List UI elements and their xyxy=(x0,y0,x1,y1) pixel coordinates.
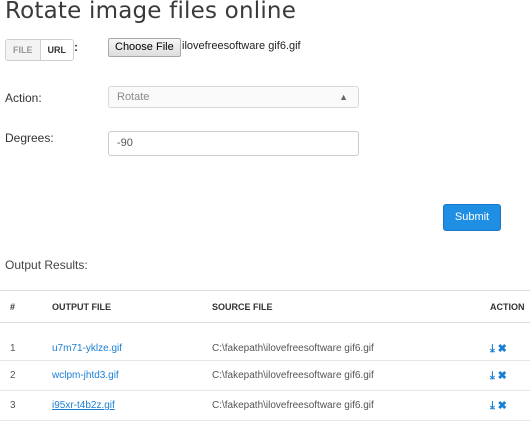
select-arrows-icon: ▲ xyxy=(339,92,348,102)
col-header-action: ACTION xyxy=(482,290,530,323)
choose-file-button[interactable]: Choose File xyxy=(108,38,181,57)
source-file-cell: C:\fakepath\ilovefreesoftware gif6.gif xyxy=(202,390,482,421)
row-number: 1 xyxy=(0,322,42,361)
action-cell: ⤓ ✖ xyxy=(482,390,530,421)
output-file-cell: i95xr-t4b2z.gif xyxy=(42,390,202,421)
delete-icon[interactable]: ✖ xyxy=(498,369,507,382)
output-results-label: Output Results: xyxy=(5,258,88,272)
download-icon[interactable]: ⤓ xyxy=(490,343,495,356)
output-file-link[interactable]: u7m71-yklze.gif xyxy=(52,343,122,354)
file-tab[interactable]: FILE xyxy=(6,40,41,60)
output-file-cell: wclpm-jhtd3.gif xyxy=(42,360,202,391)
col-header-output-file: OUTPUT FILE xyxy=(42,290,202,323)
table-header-row: # OUTPUT FILE SOURCE FILE ACTION xyxy=(0,290,530,323)
row-number: 3 xyxy=(0,390,42,421)
output-table: # OUTPUT FILE SOURCE FILE ACTION 1 u7m71… xyxy=(0,290,530,421)
table-row: 3 i95xr-t4b2z.gif C:\fakepath\ilovefrees… xyxy=(0,390,530,421)
col-header-source-file: SOURCE FILE xyxy=(202,290,482,323)
source-file-cell: C:\fakepath\ilovefreesoftware gif6.gif xyxy=(202,360,482,391)
table-row: 2 wclpm-jhtd3.gif C:\fakepath\ilovefrees… xyxy=(0,360,530,391)
output-file-cell: u7m71-yklze.gif xyxy=(42,322,202,361)
page-title: Rotate image files online xyxy=(5,0,297,24)
download-icon[interactable]: ⤓ xyxy=(490,400,495,413)
delete-icon[interactable]: ✖ xyxy=(498,399,507,412)
col-header-number: # xyxy=(0,290,42,323)
degrees-input[interactable]: -90 xyxy=(108,131,359,156)
download-icon[interactable]: ⤓ xyxy=(490,370,495,383)
action-cell: ⤓ ✖ xyxy=(482,360,530,391)
degrees-label: Degrees: xyxy=(5,131,54,145)
table-row: 1 u7m71-yklze.gif C:\fakepath\ilovefrees… xyxy=(0,322,530,361)
row-number: 2 xyxy=(0,360,42,391)
source-file-cell: C:\fakepath\ilovefreesoftware gif6.gif xyxy=(202,322,482,361)
submit-button[interactable]: Submit xyxy=(443,204,501,231)
delete-icon[interactable]: ✖ xyxy=(498,342,507,355)
action-select[interactable]: Rotate ▲ xyxy=(108,86,359,108)
output-file-link[interactable]: wclpm-jhtd3.gif xyxy=(52,370,119,381)
action-selected-value: Rotate xyxy=(117,91,150,103)
url-tab[interactable]: URL xyxy=(40,40,73,60)
toggle-colon: : xyxy=(74,40,78,54)
action-label: Action: xyxy=(5,91,42,105)
chosen-file-name: ilovefreesoftware gif6.gif xyxy=(182,40,301,52)
output-file-link[interactable]: i95xr-t4b2z.gif xyxy=(52,400,115,411)
source-toggle: FILE URL xyxy=(5,39,74,61)
action-cell: ⤓ ✖ xyxy=(482,322,530,361)
